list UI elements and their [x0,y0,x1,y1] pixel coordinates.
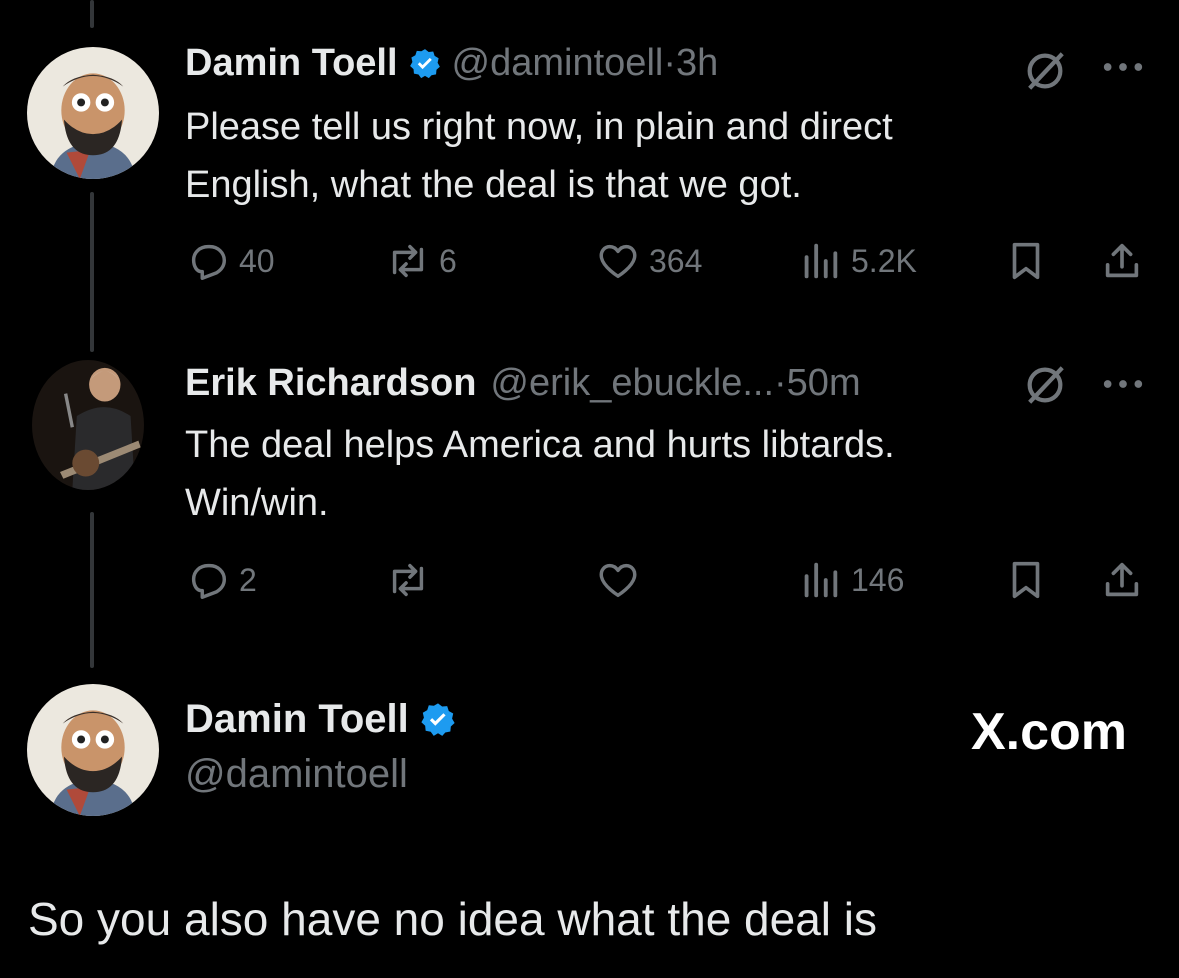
author-name[interactable]: Damin Toell [185,42,398,85]
repost-icon [392,563,424,597]
repost-icon [392,244,424,278]
tweet-text-line: The deal helps America and hurts libtard… [185,424,895,466]
grok-icon[interactable] [1022,362,1068,408]
profile-name[interactable]: Damin Toell [185,697,467,742]
thread-line-top [90,0,94,28]
reply-icon [191,563,227,599]
views-count: 146 [851,561,905,598]
tweet-header: Erik Richardson @erik_ebuckle... ·50m [185,362,861,405]
tweet-text-line: English, what the deal is that we got. [185,164,802,206]
thread-line-1 [90,192,94,352]
like-count: 364 [649,242,703,279]
grok-icon[interactable] [1022,48,1068,94]
more-options-icon[interactable] [1100,55,1146,79]
profile-avatar[interactable] [27,684,159,816]
tweet-text-line: Please tell us right now, in plain and d… [185,106,893,148]
more-options-icon[interactable] [1100,372,1146,396]
verified-badge-icon [421,702,455,736]
like-button[interactable] [595,557,641,603]
tweet-time[interactable]: ·3h [663,42,718,85]
tweet-text: Please tell us right now, in plain and d… [185,98,893,214]
share-button[interactable] [1099,557,1145,603]
tweet-text-line: Win/win. [185,482,329,524]
author-handle[interactable]: @damintoell [452,42,664,85]
bookmark-icon [1012,242,1040,280]
reply-icon [191,244,227,280]
author-handle[interactable]: @erik_ebuckle... [490,362,774,405]
tweet-actions: 2 146 [185,557,1145,607]
repost-button[interactable] [385,557,431,603]
share-button[interactable] [1099,238,1145,284]
views-count: 5.2K [851,242,917,279]
bookmark-button[interactable] [1003,238,1049,284]
repost-button[interactable]: 6 [385,238,457,284]
thread-line-2 [90,512,94,668]
views-icon [804,562,838,598]
avatar[interactable] [32,360,144,490]
profile-handle[interactable]: @damintoell [185,752,408,797]
heart-icon [599,563,637,598]
author-name[interactable]: Erik Richardson [185,362,476,405]
share-icon [1105,243,1139,278]
bookmark-icon [1012,561,1040,599]
views-icon [804,243,838,279]
tweet-actions: 40 6 364 5.2K [185,238,1145,288]
reply-button[interactable]: 40 [185,238,275,284]
caption-text: So you also have no idea what the deal i… [28,893,878,945]
bookmark-button[interactable] [1003,557,1049,603]
reply-count: 2 [239,561,257,598]
tweet-text: The deal helps America and hurts libtard… [185,416,895,532]
share-icon [1105,562,1139,597]
views-button[interactable]: 5.2K [797,238,917,284]
avatar[interactable] [27,47,159,179]
like-button[interactable]: 364 [595,238,702,284]
tweet-time[interactable]: ·50m [774,362,861,405]
verified-badge-icon [409,48,440,78]
views-button[interactable]: 146 [797,557,904,603]
reply-button[interactable]: 2 [185,557,257,603]
heart-icon [599,244,637,279]
profile-name-text: Damin Toell [185,697,409,741]
repost-count: 6 [439,242,457,279]
tweet-header: Damin Toell @damintoell ·3h [185,42,718,85]
x-com-logo: X.com [970,703,1127,761]
reply-count: 40 [239,242,275,279]
